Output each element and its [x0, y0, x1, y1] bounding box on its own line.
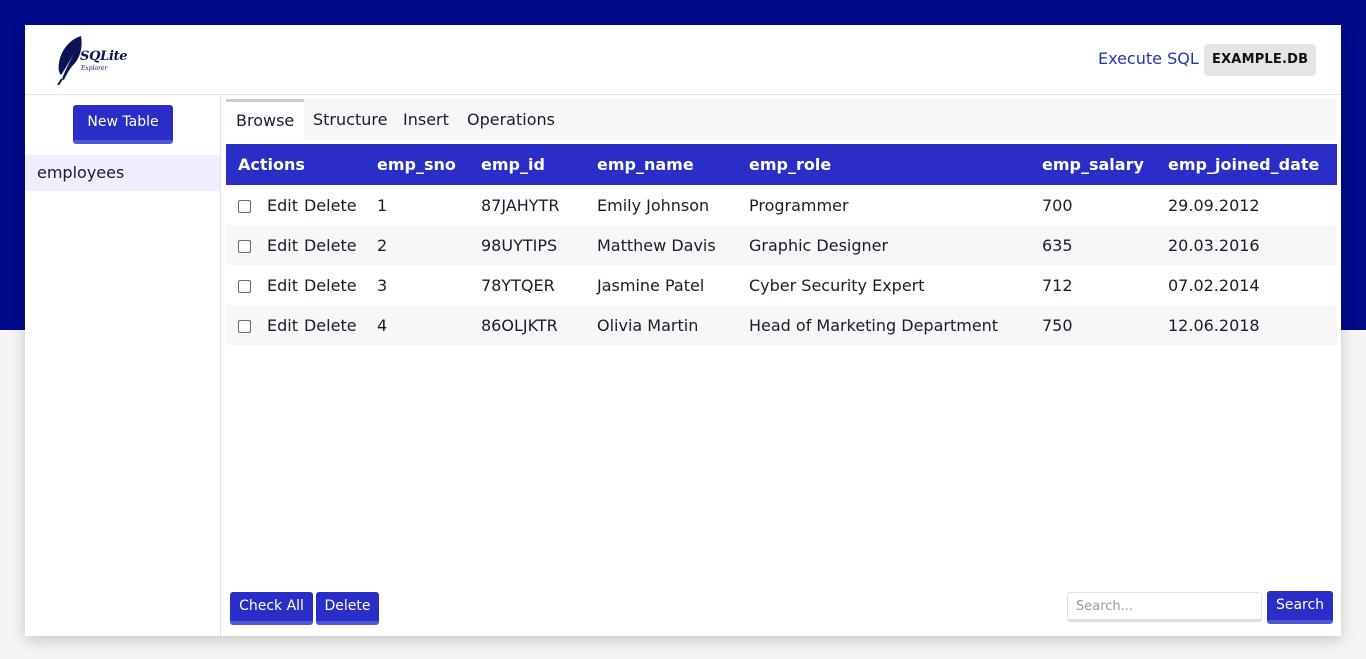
- tab-insert[interactable]: Insert: [393, 99, 459, 140]
- cell-emp-salary: 712: [1042, 275, 1073, 295]
- delete-link[interactable]: Delete: [304, 196, 357, 215]
- data-table: Actions emp_sno emp_id emp_name emp_role…: [226, 144, 1337, 345]
- delete-link[interactable]: Delete: [304, 316, 357, 335]
- column-header-emp-sno[interactable]: emp_sno: [377, 144, 481, 185]
- check-all-button[interactable]: Check All: [230, 592, 313, 625]
- row-actions: Edit Delete: [226, 305, 377, 345]
- cell-emp-id: 98UYTIPS: [481, 225, 597, 265]
- delete-link[interactable]: Delete: [304, 276, 357, 295]
- bulk-actions: Check All Delete: [230, 592, 379, 625]
- edit-link[interactable]: Edit: [267, 276, 298, 295]
- cell-emp-sno: 4: [377, 305, 481, 345]
- table-row: Edit Delete 2 98UYTIPS Matthew Davis Grap…: [226, 225, 1337, 265]
- column-header-emp-joined-date[interactable]: emp_joined_date: [1168, 144, 1337, 185]
- cell-emp-joined-date: 07.02.2014: [1168, 275, 1260, 295]
- cell-emp-joined-date: 12.06.2018: [1168, 305, 1337, 345]
- cell-emp-name: Matthew Davis: [597, 225, 749, 265]
- row-actions: Edit Delete: [226, 265, 377, 305]
- search-input[interactable]: [1067, 592, 1262, 622]
- tab-structure[interactable]: Structure: [303, 99, 397, 140]
- edit-link[interactable]: Edit: [267, 196, 298, 215]
- cell-emp-role: Graphic Designer: [749, 225, 1042, 265]
- cell-emp-joined-date: 20.03.2016: [1168, 225, 1337, 265]
- column-header-emp-salary[interactable]: emp_salary: [1042, 144, 1168, 185]
- cell-emp-role: Head of Marketing Department: [749, 305, 1042, 345]
- column-header-emp-id[interactable]: emp_id: [481, 144, 597, 185]
- execute-sql-link[interactable]: Execute SQL: [1098, 49, 1199, 68]
- logo-text: SQLite: [80, 49, 128, 64]
- tab-bar: Browse Structure Insert Operations: [226, 99, 1337, 140]
- cell-emp-name: Jasmine Patel: [597, 275, 705, 295]
- row-checkbox[interactable]: [238, 279, 251, 293]
- cell-emp-id: 87JAHYTR: [481, 195, 560, 215]
- cell-emp-role: Cyber Security Expert: [749, 275, 925, 295]
- cell-emp-joined-date: 29.09.2012: [1168, 195, 1260, 215]
- cell-emp-id: 86OLJKTR: [481, 305, 597, 345]
- logo-subtext: Explorer: [81, 65, 108, 72]
- row-checkbox[interactable]: [238, 199, 251, 213]
- column-header-emp-name[interactable]: emp_name: [597, 144, 749, 185]
- table-row: Edit Delete 4 86OLJKTR Olivia Martin Head…: [226, 305, 1337, 345]
- table-row: Edit Delete 1 87JAHYTR Emily Johnson Prog…: [226, 185, 1337, 225]
- cell-emp-id: 78YTQER: [481, 275, 555, 295]
- row-actions: Edit Delete: [226, 225, 377, 265]
- logo: SQLite Explorer: [53, 35, 133, 85]
- sidebar-item-employees[interactable]: employees: [25, 155, 220, 191]
- database-badge[interactable]: EXAMPLE.DB: [1204, 44, 1317, 76]
- feather-icon: [57, 36, 82, 85]
- column-header-emp-role[interactable]: emp_role: [749, 144, 1042, 185]
- column-header-actions[interactable]: Actions: [226, 144, 377, 185]
- main-panel: Browse Structure Insert Operations Actio…: [226, 99, 1337, 632]
- tab-operations[interactable]: Operations: [457, 99, 565, 140]
- search-button[interactable]: Search: [1267, 591, 1333, 624]
- edit-link[interactable]: Edit: [267, 236, 298, 255]
- cell-emp-salary: 700: [1042, 195, 1073, 215]
- delete-selected-button[interactable]: Delete: [316, 592, 379, 625]
- delete-link[interactable]: Delete: [304, 236, 357, 255]
- cell-emp-name: Emily Johnson: [597, 195, 710, 215]
- tab-browse[interactable]: Browse: [226, 99, 305, 140]
- edit-link[interactable]: Edit: [267, 316, 298, 335]
- cell-emp-sno: 3: [377, 275, 388, 295]
- cell-emp-sno: 2: [377, 225, 481, 265]
- cell-emp-salary: 750: [1042, 305, 1168, 345]
- row-checkbox[interactable]: [238, 319, 251, 333]
- cell-emp-salary: 635: [1042, 225, 1168, 265]
- cell-emp-name: Olivia Martin: [597, 305, 749, 345]
- cell-emp-role: Programmer: [749, 195, 849, 215]
- row-checkbox[interactable]: [238, 239, 251, 253]
- table-header-row: Actions emp_sno emp_id emp_name emp_role…: [226, 144, 1337, 185]
- new-table-button[interactable]: New Table: [73, 105, 173, 144]
- header: SQLite Explorer Execute SQL EXAMPLE.DB: [25, 25, 1341, 95]
- row-actions: Edit Delete: [226, 185, 377, 225]
- cell-emp-sno: 1: [377, 195, 388, 215]
- table-row: Edit Delete 3 78YTQER Jasmine Patel Cyber…: [226, 265, 1337, 305]
- sidebar: New Table employees: [25, 95, 221, 636]
- app-window: SQLite Explorer Execute SQL EXAMPLE.DB N…: [25, 25, 1341, 636]
